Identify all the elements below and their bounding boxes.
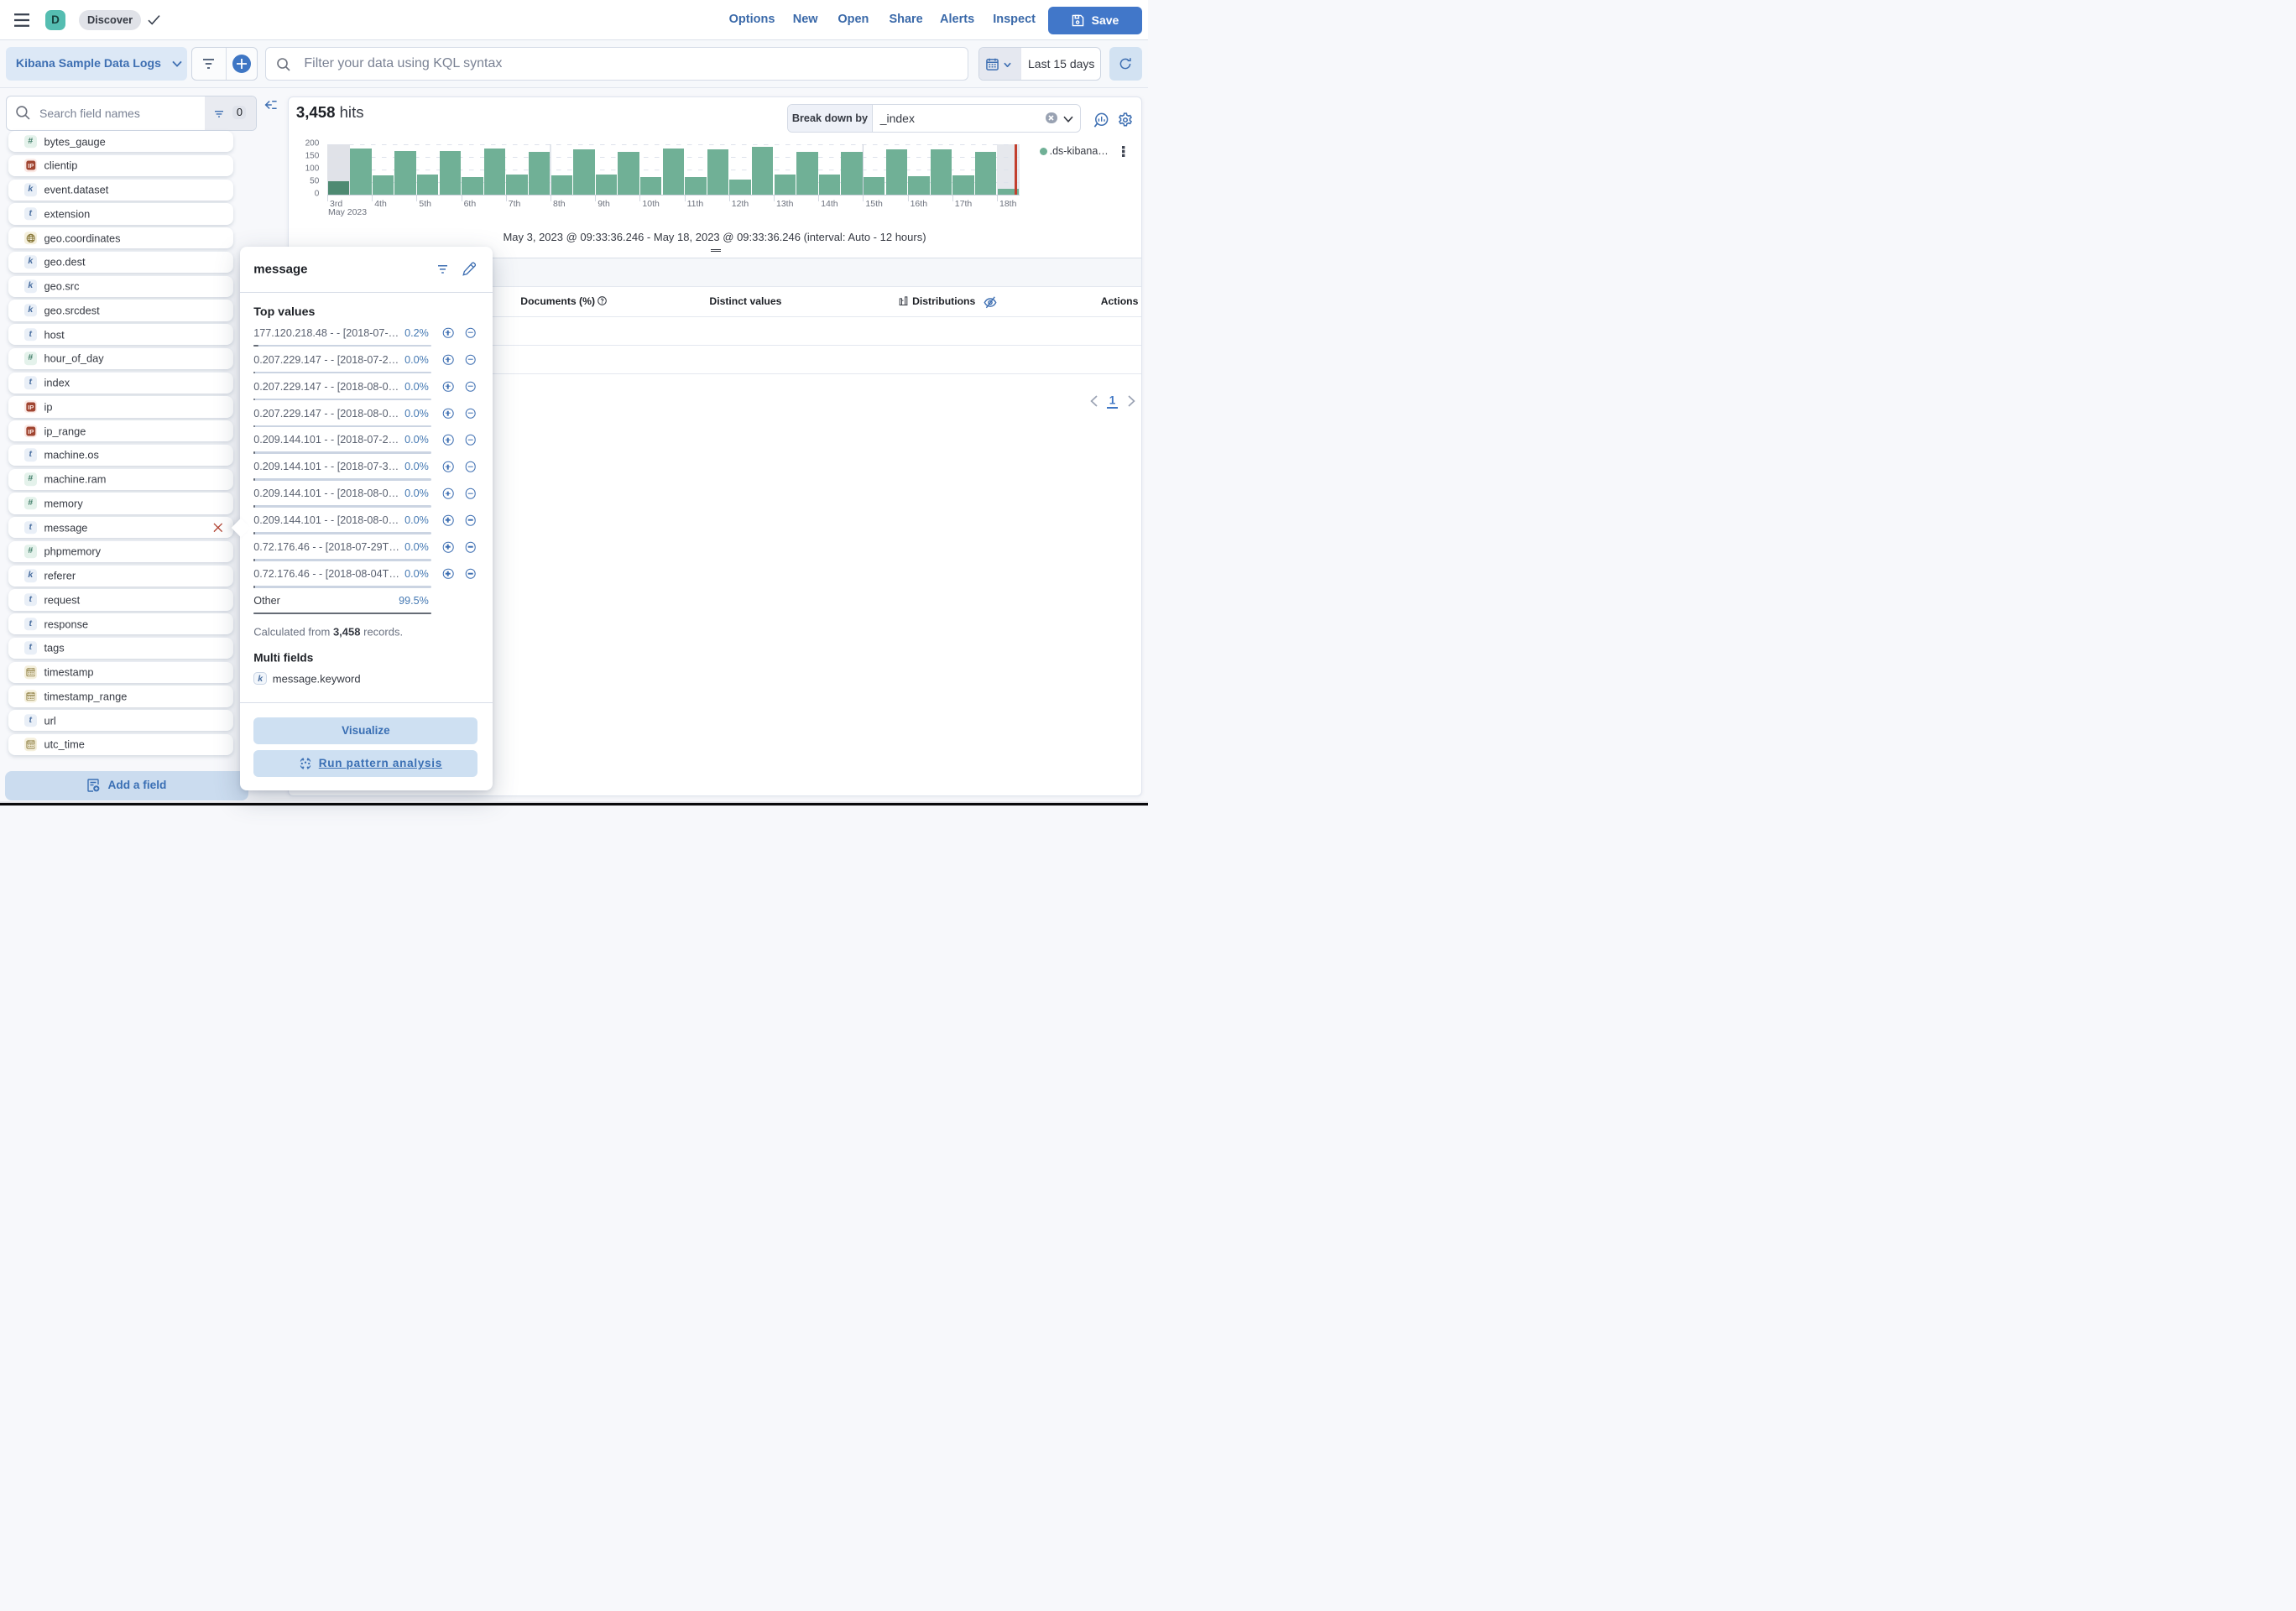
svg-text:IP: IP xyxy=(28,404,34,411)
svg-text:IP: IP xyxy=(28,163,34,170)
svg-text:IP: IP xyxy=(28,428,34,435)
